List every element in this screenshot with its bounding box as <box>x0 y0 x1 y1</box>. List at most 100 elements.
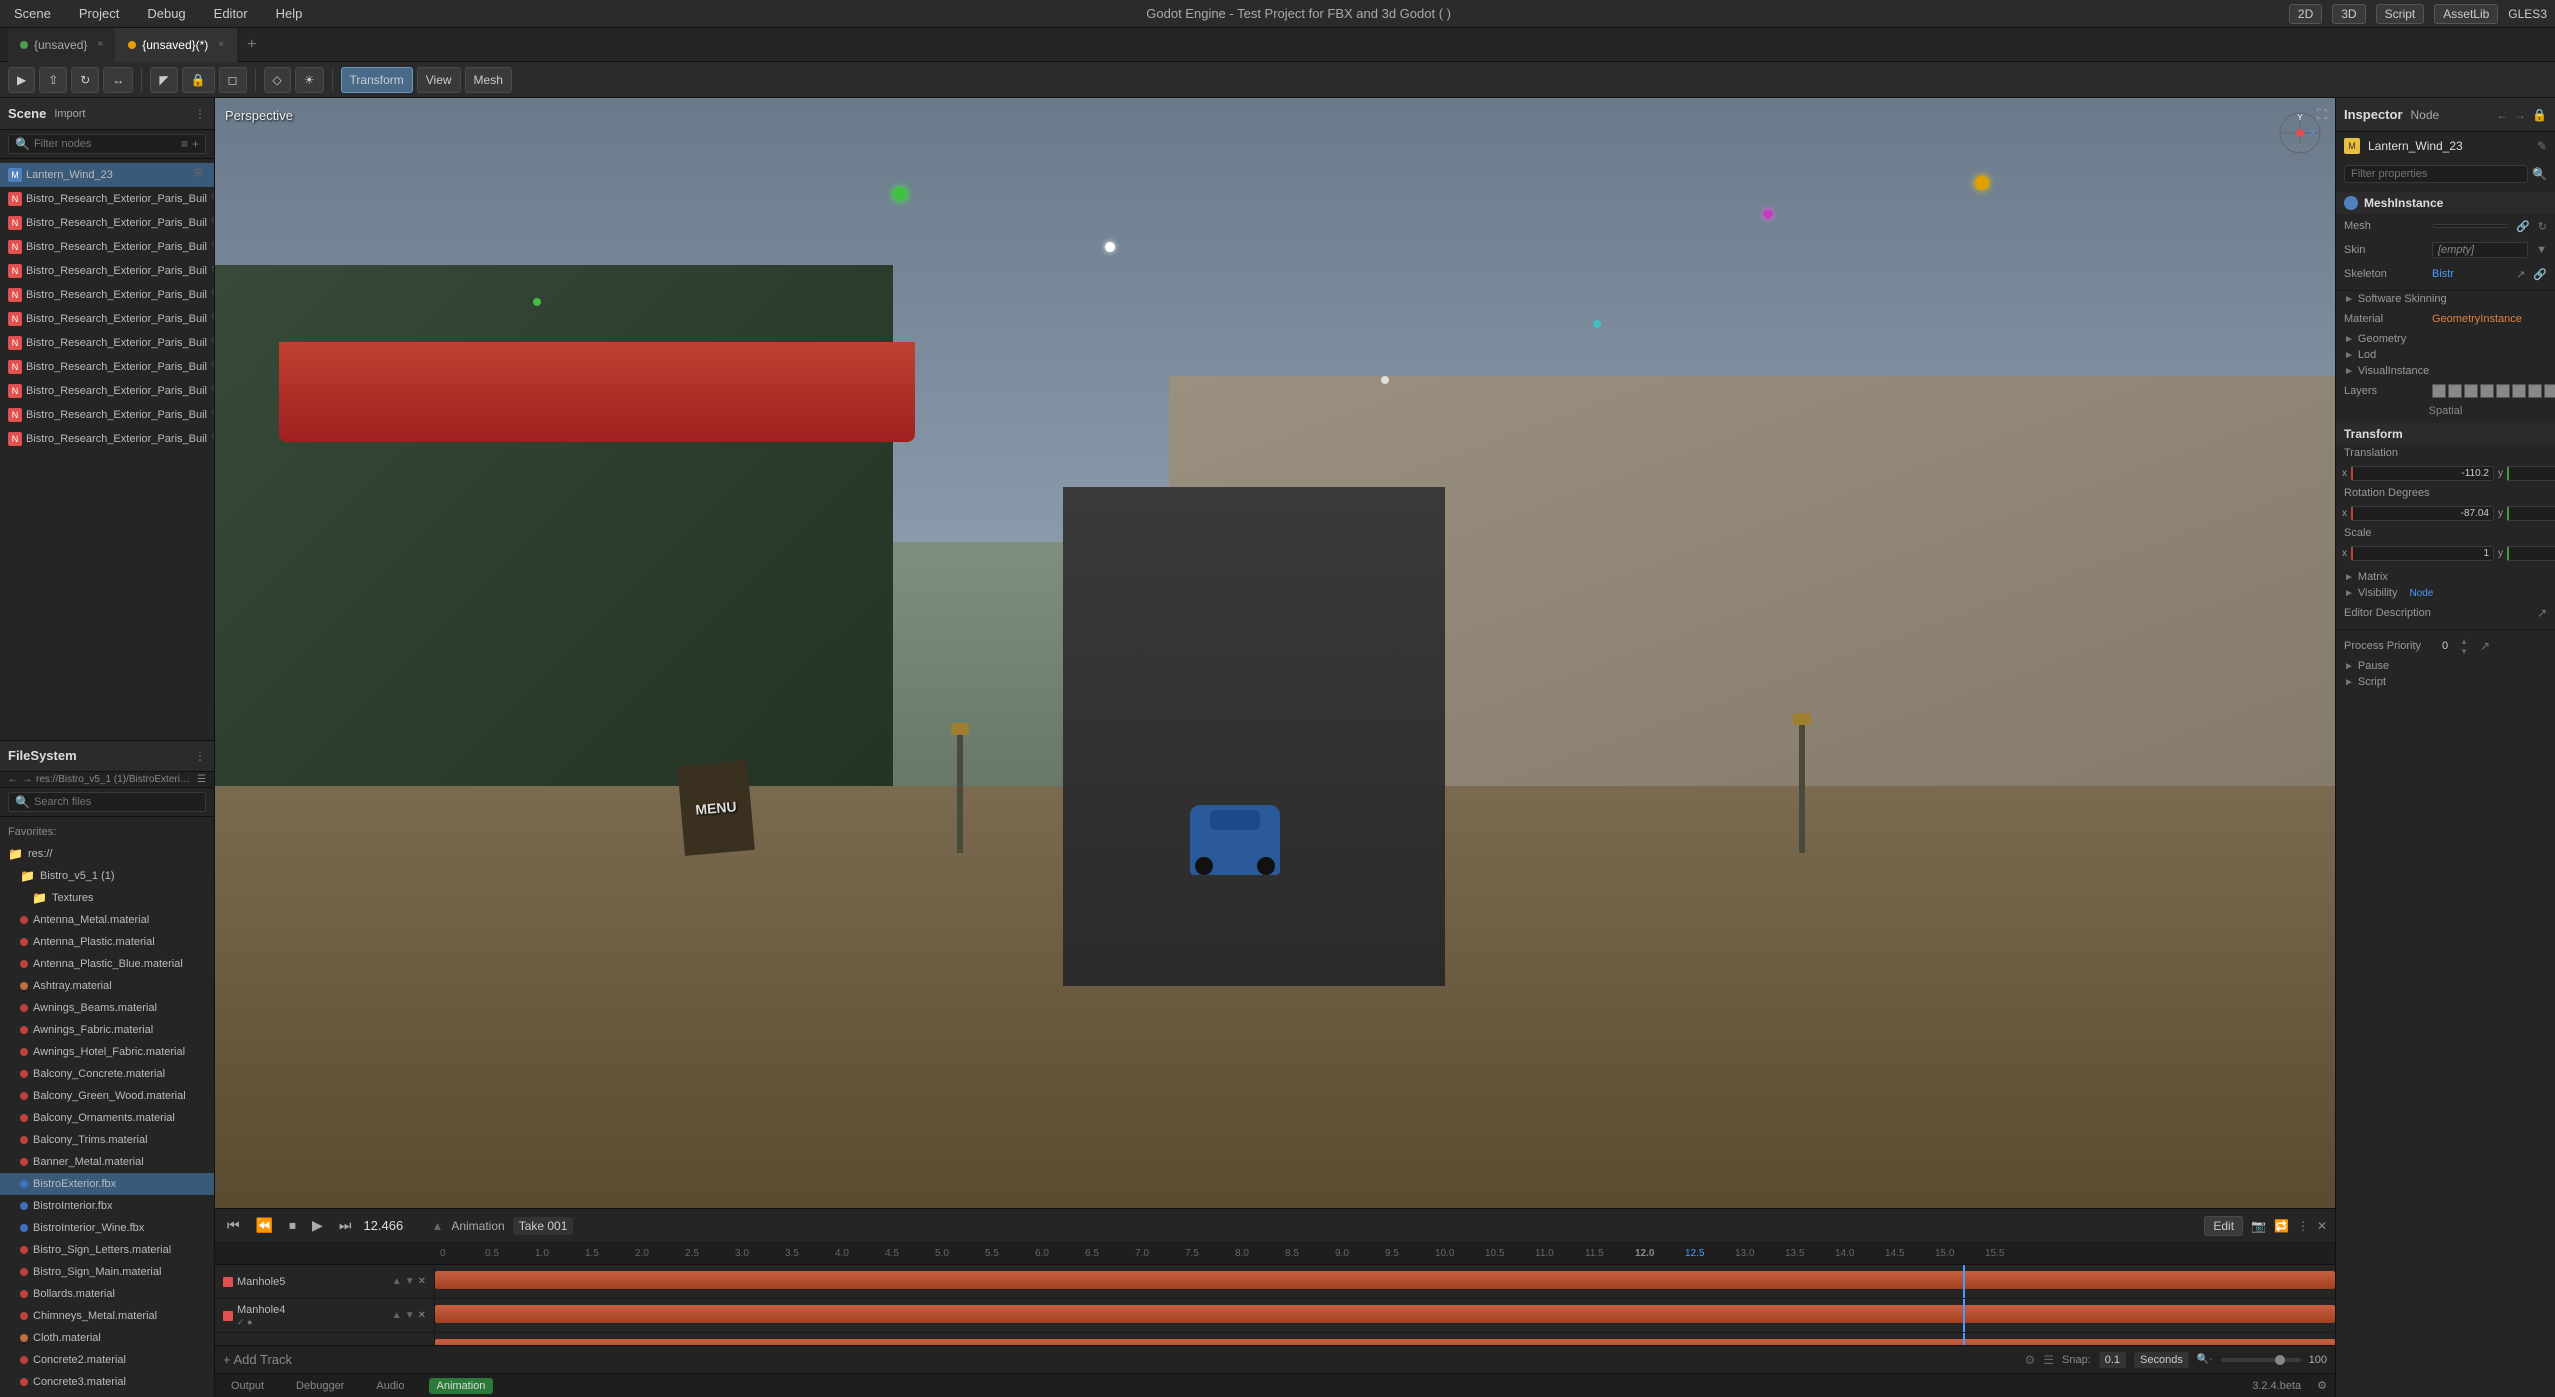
inspector-forward-btn[interactable]: → <box>2514 108 2526 122</box>
fs-concrete3[interactable]: Concrete3.material <box>0 1371 214 1393</box>
view-script-btn[interactable]: Script <box>2376 4 2425 24</box>
tree-item-7[interactable]: N Bistro_Research_Exterior_Paris_Buil 👁 <box>0 355 214 379</box>
tree-item-lantern[interactable]: M Lantern_Wind_23 👁 <box>0 163 214 187</box>
viewport[interactable]: MENU Perspective Y <box>215 98 2335 1208</box>
visibility-icon-8[interactable]: 👁 <box>211 384 214 398</box>
skin-dropdown-btn[interactable]: ▼ <box>2536 244 2547 256</box>
layer-box-8[interactable] <box>2544 384 2555 398</box>
zoom-slider[interactable] <box>2221 1358 2301 1362</box>
fs-cloth[interactable]: Cloth.material <box>0 1327 214 1349</box>
tab-unsaved2[interactable]: {unsaved}(*) × <box>116 28 237 62</box>
anim-play-btn[interactable]: ▶ <box>308 1215 327 1236</box>
fs-balcony-ornaments[interactable]: Balcony_Ornaments.material <box>0 1107 214 1129</box>
filter-props-input[interactable] <box>2344 165 2528 183</box>
toolbar-mesh-btn[interactable]: Mesh <box>465 67 512 93</box>
track-up-manhole5[interactable]: ▲ <box>392 1276 402 1287</box>
track-down-manhole5[interactable]: ▼ <box>405 1276 415 1287</box>
fs-bistro-folder[interactable]: 📁 Bistro_v5_1 (1) <box>0 865 214 887</box>
visibility-icon-7[interactable]: 👁 <box>211 360 214 374</box>
fs-balcony-trims[interactable]: Balcony_Trims.material <box>0 1129 214 1151</box>
statusbar-settings-icon[interactable]: ⚙ <box>2317 1379 2327 1392</box>
filter-props-search-icon[interactable]: 🔍 <box>2532 167 2547 181</box>
rotation-x-input[interactable] <box>2351 506 2494 521</box>
fs-bistro-interior-wine[interactable]: BistroInterior_Wine.fbx <box>0 1217 214 1239</box>
fs-awnings-beams[interactable]: Awnings_Beams.material <box>0 997 214 1019</box>
visibility-icon-1[interactable]: 👁 <box>211 216 214 230</box>
anim-camera-btn[interactable]: 📷 <box>2251 1219 2266 1233</box>
toolbar-rotate-btn[interactable]: ↻ <box>71 67 99 93</box>
track-bar-area-manhole3[interactable] <box>435 1333 2335 1345</box>
tree-item-4[interactable]: N Bistro_Research_Exterior_Paris_Buil 👁 <box>0 283 214 307</box>
visibility-section[interactable]: ► Visibility Node <box>2336 585 2555 601</box>
tree-item-2[interactable]: N Bistro_Research_Exterior_Paris_Buil 👁 <box>0 235 214 259</box>
fs-path-btn[interactable]: ☰ <box>197 774 206 785</box>
track-delete-manhole4[interactable]: ✕ <box>418 1310 426 1321</box>
node-edit-btn[interactable]: ✎ <box>2537 139 2547 153</box>
visibility-icon-9[interactable]: 👁 <box>211 408 214 422</box>
fs-concrete2[interactable]: Concrete2.material <box>0 1349 214 1371</box>
view-assetlib-btn[interactable]: AssetLib <box>2434 4 2498 24</box>
menu-debug[interactable]: Debug <box>141 4 191 23</box>
list-icon-footer[interactable]: ☰ <box>2043 1353 2054 1367</box>
fs-textures-folder[interactable]: 📁 Textures <box>0 887 214 909</box>
visibility-icon-10[interactable]: 👁 <box>211 432 214 446</box>
toolbar-transform-btn[interactable]: Transform <box>341 67 413 93</box>
fs-search-input[interactable] <box>34 796 199 808</box>
scene-filter-input[interactable] <box>34 138 177 150</box>
toolbar-select-btn[interactable]: ▶ <box>8 67 35 93</box>
scene-options-btn[interactable]: ⋮ <box>194 107 206 121</box>
fs-bistro-exterior[interactable]: BistroExterior.fbx <box>0 1173 214 1195</box>
pause-section[interactable]: ► Pause <box>2336 658 2555 674</box>
layer-box-7[interactable] <box>2528 384 2542 398</box>
visibility-icon-2[interactable]: 👁 <box>211 240 214 254</box>
matrix-section[interactable]: ► Matrix <box>2336 569 2555 585</box>
fs-antenna-plastic[interactable]: Antenna_Plastic.material <box>0 931 214 953</box>
statusbar-animation[interactable]: Animation <box>429 1378 494 1394</box>
toolbar-view-btn[interactable]: View <box>417 67 461 93</box>
anim-options-btn[interactable]: ⋮ <box>2297 1219 2309 1233</box>
zoom-slider-handle[interactable] <box>2275 1355 2285 1365</box>
skeleton-link-btn[interactable]: ↗ <box>2516 268 2525 281</box>
menu-scene[interactable]: Scene <box>8 4 57 23</box>
lod-section[interactable]: ► Lod <box>2336 347 2555 363</box>
track-down-manhole4[interactable]: ▼ <box>405 1310 415 1321</box>
anim-menu-btn[interactable]: ✕ <box>2317 1219 2327 1233</box>
fs-awnings-hotel[interactable]: Awnings_Hotel_Fabric.material <box>0 1041 214 1063</box>
process-down-btn[interactable]: ▼ <box>2460 647 2468 656</box>
script-section[interactable]: ► Script <box>2336 674 2555 690</box>
layer-box-5[interactable] <box>2496 384 2510 398</box>
layer-box-6[interactable] <box>2512 384 2526 398</box>
scale-y-input[interactable] <box>2507 546 2555 561</box>
track-delete-manhole5[interactable]: ✕ <box>418 1276 426 1287</box>
fs-antenna-metal[interactable]: Antenna_Metal.material <box>0 909 214 931</box>
tree-item-10[interactable]: N Bistro_Research_Exterior_Paris_Buil 👁 <box>0 427 214 451</box>
snap-value[interactable]: 0.1 <box>2099 1352 2126 1368</box>
process-link-btn[interactable]: ↗ <box>2480 639 2490 653</box>
tree-item-9[interactable]: N Bistro_Research_Exterior_Paris_Buil 👁 <box>0 403 214 427</box>
fs-back-btn[interactable]: ← <box>8 774 18 785</box>
anim-edit-btn[interactable]: Edit <box>2204 1216 2243 1236</box>
mesh-reset-btn[interactable]: ↻ <box>2538 220 2547 233</box>
toolbar-snap-btn[interactable]: ◤ <box>150 67 177 93</box>
geometry-section[interactable]: ► Geometry <box>2336 331 2555 347</box>
statusbar-audio[interactable]: Audio <box>368 1378 412 1394</box>
statusbar-output[interactable]: Output <box>223 1378 272 1394</box>
seconds-label[interactable]: Seconds <box>2134 1352 2189 1368</box>
add-node-icon[interactable]: + <box>192 137 199 151</box>
visual-instance-section[interactable]: ► VisualInstance <box>2336 363 2555 379</box>
skeleton-select-btn[interactable]: 🔗 <box>2533 268 2547 281</box>
mesh-link-btn[interactable]: 🔗 <box>2516 220 2530 233</box>
toolbar-move-btn[interactable]: ⇧ <box>39 67 67 93</box>
tree-item-6[interactable]: N Bistro_Research_Exterior_Paris_Buil 👁 <box>0 331 214 355</box>
fs-bistro-interior[interactable]: BistroInterior.fbx <box>0 1195 214 1217</box>
visibility-icon-5[interactable]: 👁 <box>211 312 214 326</box>
fs-chimneys-metal[interactable]: Chimneys_Metal.material <box>0 1305 214 1327</box>
scale-x-input[interactable] <box>2351 546 2494 561</box>
tab-close-2[interactable]: × <box>218 39 224 50</box>
layer-box-4[interactable] <box>2480 384 2494 398</box>
anim-prev-btn[interactable]: ⏮ <box>223 1215 244 1236</box>
fs-concrete[interactable]: Concrete.material <box>0 1393 214 1397</box>
toolbar-lock-btn[interactable]: 🔒 <box>182 67 215 93</box>
visibility-icon-lantern[interactable]: 👁 <box>192 168 206 182</box>
fs-res-folder[interactable]: 📁 res:// <box>0 843 214 865</box>
